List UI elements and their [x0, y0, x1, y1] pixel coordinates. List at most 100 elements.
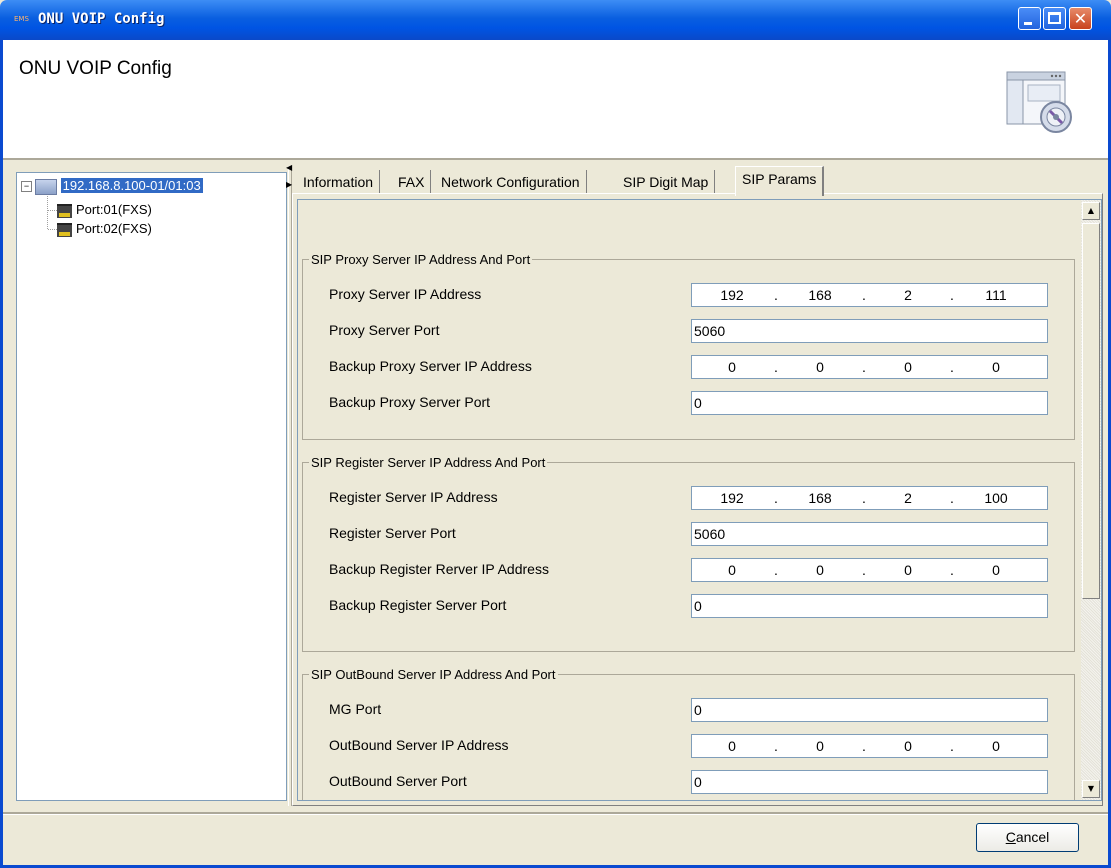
- group-legend: SIP OutBound Server IP Address And Port: [309, 667, 558, 682]
- splitter-right-arrow-icon[interactable]: ▶: [286, 180, 292, 189]
- page-title: ONU VOIP Config: [19, 58, 172, 79]
- ip-separator: .: [862, 738, 866, 754]
- computer-icon: [35, 178, 57, 195]
- ip-octet-input[interactable]: 0: [795, 735, 845, 757]
- ip-octet-input[interactable]: 168: [795, 284, 845, 306]
- tree-node-port[interactable]: Port:01(FXS): [57, 202, 152, 218]
- minimize-icon: [1024, 22, 1032, 25]
- ip-octet-input[interactable]: 0: [883, 559, 933, 581]
- cancel-button[interactable]: Cancel: [976, 823, 1079, 852]
- scroll-down-icon[interactable]: ▼: [1082, 780, 1100, 798]
- collapse-icon[interactable]: −: [21, 181, 32, 193]
- ip-octet-input[interactable]: 2: [883, 487, 933, 509]
- close-icon: ✕: [1073, 9, 1088, 28]
- tree-connector: [48, 210, 57, 211]
- ip-separator: .: [950, 490, 954, 506]
- sip-params-scroll-area[interactable]: SIP Proxy Server IP Address And Port Prox…: [297, 199, 1102, 801]
- ip-separator: .: [950, 562, 954, 578]
- footer-separator: [3, 812, 1108, 815]
- field-label: Backup Register Rerver IP Address: [329, 561, 549, 577]
- ip-octet-input[interactable]: 0: [795, 356, 845, 378]
- ip-separator: .: [862, 287, 866, 303]
- ip-octet-input[interactable]: 192: [707, 487, 757, 509]
- close-button[interactable]: ✕: [1069, 7, 1092, 30]
- window-frame-left: [0, 40, 3, 868]
- port-input[interactable]: 0: [691, 770, 1048, 794]
- port-icon: [57, 222, 72, 237]
- tree-connector: [48, 229, 57, 230]
- port-input[interactable]: 5060: [691, 319, 1048, 343]
- ip-octet-input[interactable]: 0: [707, 559, 757, 581]
- title-bar[interactable]: EMS ONU VOIP Config ✕: [0, 0, 1111, 40]
- settings-window-icon: [1006, 71, 1072, 133]
- tab-network-configuration[interactable]: Network Configuration: [435, 170, 587, 194]
- field-label: Backup Proxy Server IP Address: [329, 358, 532, 374]
- ip-separator: .: [774, 287, 778, 303]
- ip-separator: .: [862, 490, 866, 506]
- field-label: MG Port: [329, 701, 382, 717]
- field-label: Backup Proxy Server Port: [329, 394, 491, 410]
- tree-connector: [47, 193, 49, 229]
- ip-separator: .: [774, 359, 778, 375]
- ip-octet-input[interactable]: 0: [971, 356, 1021, 378]
- port-input[interactable]: 0: [691, 594, 1048, 618]
- ip-octet-input[interactable]: 0: [707, 356, 757, 378]
- field-label: OutBound Server IP Address: [329, 737, 509, 753]
- cancel-label: ancel: [1015, 829, 1050, 845]
- ip-address-field[interactable]: 192. 168. 2. 100: [691, 486, 1048, 510]
- tab-information[interactable]: Information: [297, 170, 381, 194]
- window-title: ONU VOIP Config: [38, 11, 165, 27]
- splitter-left-arrow-icon[interactable]: ◀: [286, 163, 292, 172]
- ip-octet-input[interactable]: 0: [883, 735, 933, 757]
- tree-node-port[interactable]: Port:02(FXS): [57, 221, 152, 237]
- maximize-button[interactable]: [1043, 7, 1066, 30]
- field-label: OutBound Server Port: [329, 773, 467, 789]
- vertical-scrollbar[interactable]: ▲ ▼: [1081, 200, 1101, 800]
- tab-fax[interactable]: FAX: [392, 170, 432, 194]
- tree-node-root[interactable]: − 192.168.8.100-01/01:03: [21, 178, 203, 195]
- ip-address-field[interactable]: 0. 0. 0. 0: [691, 734, 1048, 758]
- ip-address-field[interactable]: 0. 0. 0. 0: [691, 558, 1048, 582]
- ip-address-field[interactable]: 0. 0. 0. 0: [691, 355, 1048, 379]
- port-input[interactable]: 0: [691, 698, 1048, 722]
- ip-separator: .: [950, 738, 954, 754]
- port-input[interactable]: 5060: [691, 522, 1048, 546]
- header-banner: ONU VOIP Config: [3, 40, 1108, 158]
- scrollbar-thumb[interactable]: [1082, 223, 1100, 599]
- ip-octet-input[interactable]: 0: [707, 735, 757, 757]
- ip-octet-input[interactable]: 111: [971, 284, 1021, 306]
- ip-octet-input[interactable]: 0: [883, 356, 933, 378]
- tree-node-label[interactable]: 192.168.8.100-01/01:03: [60, 178, 203, 193]
- port-icon: [57, 203, 72, 218]
- ip-separator: .: [862, 359, 866, 375]
- ip-separator: .: [950, 359, 954, 375]
- device-tree[interactable]: − 192.168.8.100-01/01:03 Port:01(FXS) Po…: [16, 172, 287, 801]
- header-separator: [3, 158, 1108, 160]
- ip-octet-input[interactable]: 0: [795, 559, 845, 581]
- ip-separator: .: [774, 490, 778, 506]
- ip-octet-input[interactable]: 0: [971, 735, 1021, 757]
- field-label: Backup Register Server Port: [329, 597, 507, 613]
- tree-node-label[interactable]: Port:01(FXS): [76, 202, 152, 217]
- minimize-button[interactable]: [1018, 7, 1041, 30]
- port-input[interactable]: 0: [691, 391, 1048, 415]
- app-icon: EMS: [14, 15, 29, 23]
- scroll-up-icon[interactable]: ▲: [1082, 202, 1100, 220]
- cancel-mnemonic: C: [1005, 829, 1016, 845]
- field-label: Register Server Port: [329, 525, 456, 541]
- ip-separator: .: [950, 287, 954, 303]
- ip-separator: .: [862, 562, 866, 578]
- group-legend: SIP Proxy Server IP Address And Port: [309, 252, 533, 267]
- tree-node-label[interactable]: Port:02(FXS): [76, 221, 152, 236]
- tab-sip-params[interactable]: SIP Params: [735, 166, 825, 196]
- ip-octet-input[interactable]: 192: [707, 284, 757, 306]
- ip-octet-input[interactable]: 168: [795, 487, 845, 509]
- tab-sip-digit-map[interactable]: SIP Digit Map: [617, 170, 716, 194]
- ip-octet-input[interactable]: 100: [971, 487, 1021, 509]
- group-legend: SIP Register Server IP Address And Port: [309, 455, 548, 470]
- ip-octet-input[interactable]: 0: [971, 559, 1021, 581]
- group-box: SIP Proxy Server IP Address And Port Prox…: [302, 252, 1075, 440]
- ip-octet-input[interactable]: 2: [883, 284, 933, 306]
- ip-address-field[interactable]: 192. 168. 2. 111: [691, 283, 1048, 307]
- ip-separator: .: [774, 738, 778, 754]
